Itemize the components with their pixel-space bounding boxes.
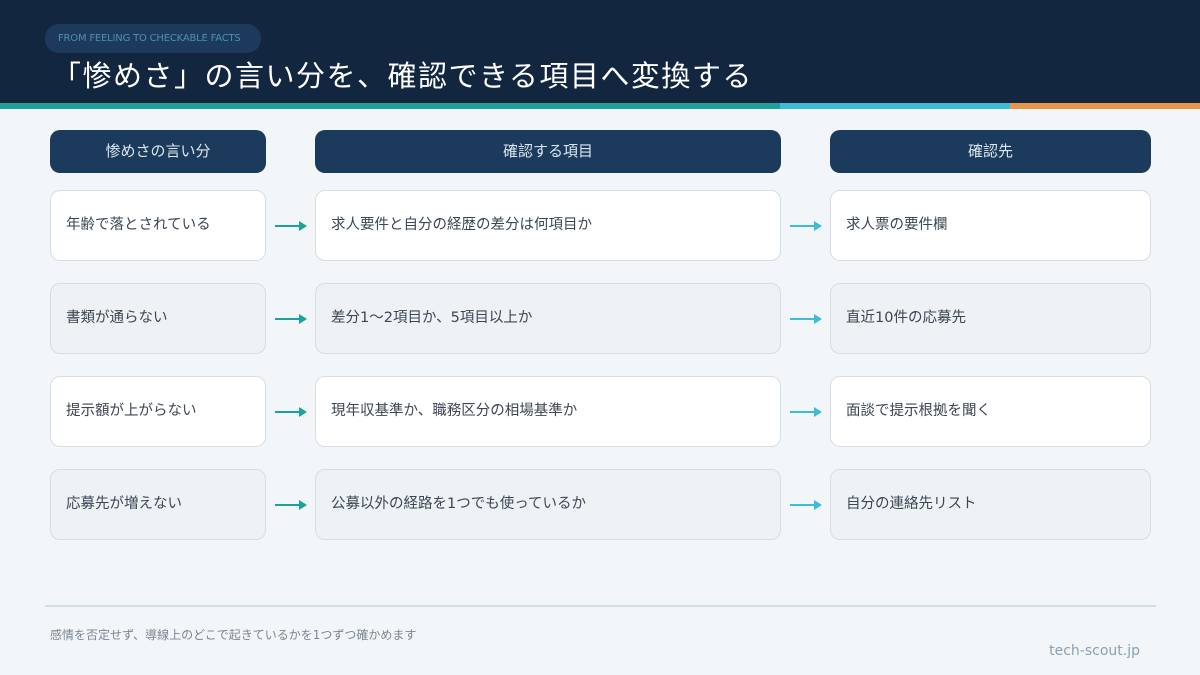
header-banner: FROM FEELING TO CHECKABLE FACTS 「惨めさ」の言い… (0, 0, 1200, 103)
arrow-icon (275, 500, 307, 510)
check-item-cell: 差分1〜2項目か、5項目以上か (315, 283, 781, 354)
source-cell: 面談で提示根拠を聞く (830, 376, 1151, 447)
arrow-icon (790, 221, 822, 231)
check-item-cell: 公募以外の経路を1つでも使っているか (315, 469, 781, 540)
arrow-icon (790, 500, 822, 510)
arrow-icon (790, 314, 822, 324)
arrow-icon (790, 407, 822, 417)
source-cell: 求人票の要件欄 (830, 190, 1151, 261)
accent-bar-teal (0, 103, 780, 109)
complaint-cell: 書類が通らない (50, 283, 266, 354)
complaint-cell: 提示額が上がらない (50, 376, 266, 447)
column-header-complaint: 惨めさの言い分 (50, 130, 266, 173)
check-item-cell: 求人要件と自分の経歴の差分は何項目か (315, 190, 781, 261)
page-title: 「惨めさ」の言い分を、確認できる項目へ変換する (52, 59, 753, 93)
header-tag-pill: FROM FEELING TO CHECKABLE FACTS (45, 24, 261, 53)
accent-bar-orange (1010, 103, 1200, 109)
complaint-cell: 応募先が増えない (50, 469, 266, 540)
accent-bar-cyan (780, 103, 1010, 109)
arrow-icon (275, 407, 307, 417)
check-item-cell: 現年収基準か、職務区分の相場基準か (315, 376, 781, 447)
footer-note: 感情を否定せず、導線上のどこで起きているかを1つずつ確かめます (50, 628, 417, 642)
column-header-source: 確認先 (830, 130, 1151, 173)
column-header-check-item: 確認する項目 (315, 130, 781, 173)
footer-brand: tech-scout.jp (1049, 643, 1140, 659)
source-cell: 直近10件の応募先 (830, 283, 1151, 354)
arrow-icon (275, 314, 307, 324)
arrow-icon (275, 221, 307, 231)
source-cell: 自分の連絡先リスト (830, 469, 1151, 540)
complaint-cell: 年齢で落とされている (50, 190, 266, 261)
footer-divider (45, 605, 1156, 607)
